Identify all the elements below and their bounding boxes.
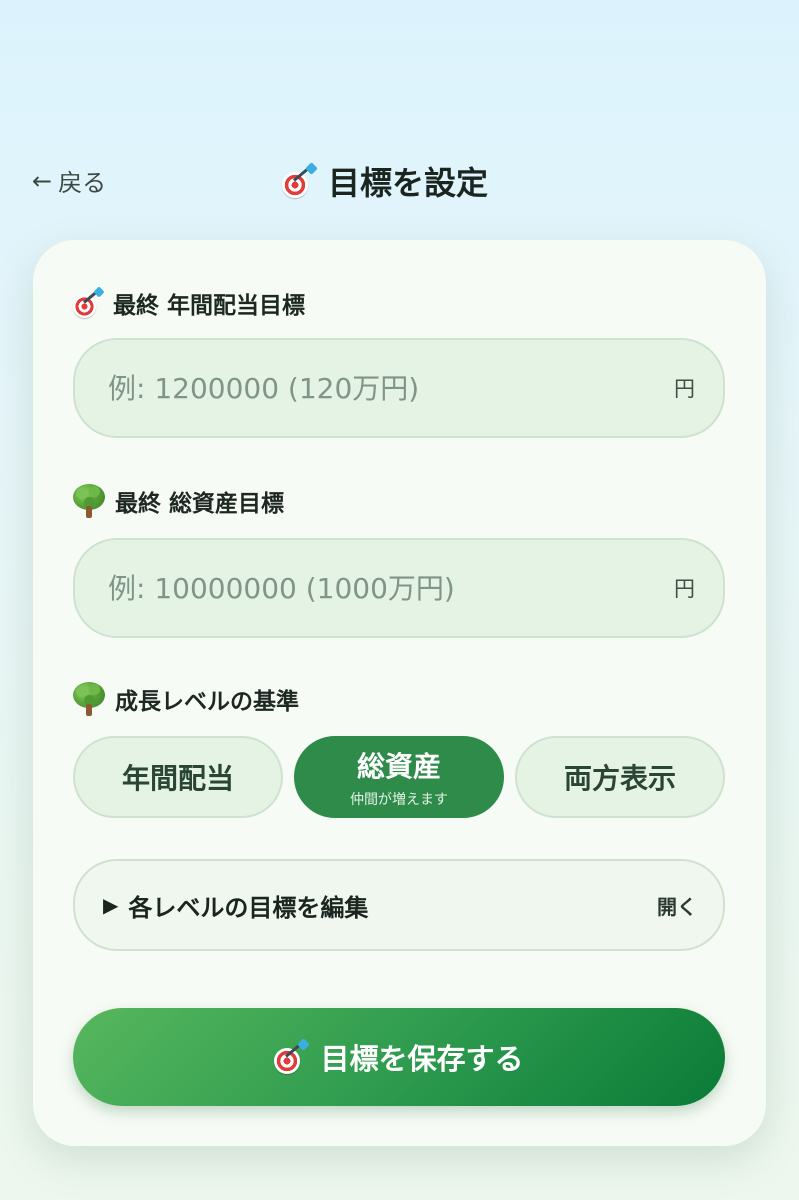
triangle-right-icon: ▶	[103, 893, 119, 917]
open-label: 開く	[657, 894, 697, 919]
back-button[interactable]: ← 戻る	[32, 163, 106, 198]
level-option-annual-dividend[interactable]: 年間配当	[73, 736, 283, 818]
goal-form-card: 最終 年間配当目標 円 最終 総資産目標 円 成長レベルの基準 年間配当 総資産	[33, 240, 766, 1146]
growth-level-label: 成長レベルの基準	[73, 682, 299, 716]
target-dart-icon	[274, 1038, 311, 1074]
arrow-left-icon: ←	[32, 166, 53, 195]
total-assets-label: 最終 総資産目標	[73, 484, 284, 518]
level-goals-edit-label: 各レベルの目標を編集	[128, 893, 369, 922]
level-goals-edit-toggle[interactable]: ▶ 各レベルの目標を編集 開く	[73, 859, 725, 951]
unit-label: 円	[674, 377, 695, 401]
total-assets-input[interactable]	[108, 571, 674, 605]
tree-icon	[73, 484, 105, 518]
annual-dividend-label: 最終 年間配当目標	[73, 286, 305, 320]
page-title-text: 目標を設定	[328, 164, 489, 202]
goal-settings-page: ← 戻る 目標を設定 最終 年間配当目標 円 最終 総資産目標	[0, 0, 799, 1200]
unit-label: 円	[674, 577, 695, 601]
level-option-both[interactable]: 両方表示	[515, 736, 725, 818]
tree-icon	[73, 682, 105, 716]
save-goal-button[interactable]: 目標を保存する	[73, 1008, 725, 1106]
level-option-total-assets[interactable]: 総資産 仲間が増えます	[294, 736, 504, 818]
target-dart-icon	[282, 162, 318, 198]
total-assets-field[interactable]: 円	[73, 538, 725, 638]
save-goal-label: 目標を保存する	[320, 1044, 524, 1076]
level-option-subtext: 仲間が増えます	[350, 792, 448, 808]
annual-dividend-input[interactable]	[108, 371, 674, 405]
target-dart-icon	[73, 286, 105, 318]
annual-dividend-field[interactable]: 円	[73, 338, 725, 438]
page-title: 目標を設定	[282, 158, 488, 204]
back-label: 戻る	[58, 169, 107, 197]
header: ← 戻る 目標を設定	[0, 150, 799, 210]
